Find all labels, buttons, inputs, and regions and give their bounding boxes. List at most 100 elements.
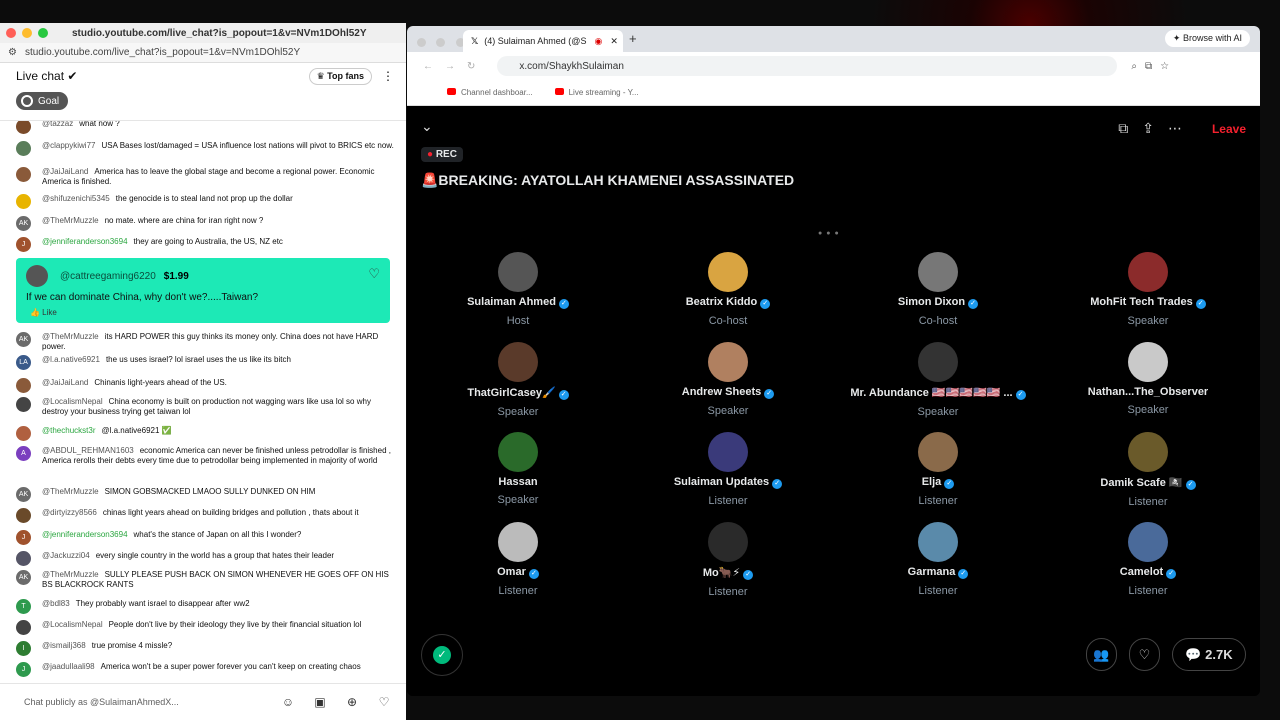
message-author[interactable]: @tazzaz xyxy=(42,121,73,128)
superchat-author[interactable]: @cattreegaming6220 xyxy=(60,271,156,282)
new-tab-icon[interactable]: + xyxy=(629,31,637,46)
message-author[interactable]: @TheMrMuzzle xyxy=(42,570,99,579)
chat-title[interactable]: Live chat ✔ xyxy=(16,69,309,83)
chat-input[interactable]: Chat publicly as @SulaimanAhmedX... xyxy=(24,697,278,707)
message-author[interactable]: @LocalismNepal xyxy=(42,397,103,406)
tab-x-profile[interactable]: 𝕏 (4) Sulaiman Ahmed (@S ◉ ✕ xyxy=(463,30,623,52)
close-window-button[interactable] xyxy=(6,28,16,38)
collapse-chevron-icon[interactable]: ⌄ xyxy=(421,118,433,135)
nav-icons[interactable]: ←→↻ xyxy=(423,61,487,72)
avatar[interactable] xyxy=(918,252,958,292)
participant[interactable]: Hassan Speaker xyxy=(423,432,613,506)
avatar[interactable] xyxy=(16,121,31,134)
more-options-icon[interactable]: ⋮ xyxy=(382,69,394,83)
participant[interactable]: Mo🐂⚡ ✓ Listener xyxy=(633,522,823,598)
message-author[interactable]: @jenniferanderson3694 xyxy=(42,530,128,539)
avatar[interactable] xyxy=(16,167,31,182)
participant[interactable]: ThatGirlCasey🖌️ ✓ Speaker xyxy=(423,342,613,418)
message-author[interactable]: @ismailj368 xyxy=(42,641,86,650)
message-author[interactable]: @JaiJaiLand xyxy=(42,378,88,387)
avatar[interactable] xyxy=(1128,522,1168,562)
avatar[interactable] xyxy=(708,252,748,292)
message-author[interactable]: @TheMrMuzzle xyxy=(42,332,99,341)
participant[interactable]: MohFit Tech Trades ✓ Speaker xyxy=(1053,252,1243,327)
super-chat-icon[interactable]: ▣ xyxy=(310,695,330,709)
address-bar[interactable]: ⚙ studio.youtube.com/live_chat?is_popout… xyxy=(0,43,406,63)
site-settings-icon[interactable]: ⚙ xyxy=(8,47,17,58)
avatar[interactable] xyxy=(708,432,748,472)
avatar[interactable]: J xyxy=(16,530,31,545)
participant[interactable]: Beatrix Kiddo ✓ Co-host xyxy=(633,252,823,327)
add-icon[interactable]: ⊕ xyxy=(342,695,362,709)
heart-icon[interactable]: ♡ xyxy=(368,266,380,282)
avatar[interactable] xyxy=(16,620,31,635)
minimize-window-button[interactable] xyxy=(436,38,446,47)
avatar[interactable]: AK xyxy=(16,570,31,585)
bookmark-channel-dashboard[interactable]: Channel dashboar... xyxy=(447,88,533,97)
avatar[interactable] xyxy=(1128,342,1168,382)
bookmark-live-streaming[interactable]: Live streaming - Y... xyxy=(554,88,639,97)
minimize-window-button[interactable] xyxy=(22,28,32,38)
avatar[interactable] xyxy=(918,522,958,562)
avatar[interactable] xyxy=(26,265,48,287)
avatar[interactable]: J xyxy=(16,237,31,252)
avatar[interactable] xyxy=(918,432,958,472)
maximize-window-button[interactable] xyxy=(38,28,48,38)
avatar[interactable] xyxy=(498,252,538,292)
avatar[interactable] xyxy=(16,378,31,393)
avatar[interactable] xyxy=(16,551,31,566)
participant[interactable]: Nathan...The_Observer Speaker xyxy=(1053,342,1243,416)
avatar[interactable] xyxy=(16,194,31,209)
participant[interactable]: Andrew Sheets ✓ Speaker xyxy=(633,342,823,417)
space-header-icons[interactable]: ⧉⇪⋯ xyxy=(1118,120,1196,137)
avatar[interactable] xyxy=(16,397,31,412)
message-author[interactable]: @ABDUL_REHMAN1603 xyxy=(42,446,134,455)
avatar[interactable]: J xyxy=(16,662,31,677)
message-author[interactable]: @l.a.native6921 xyxy=(42,355,100,364)
participant[interactable]: Omar ✓ Listener xyxy=(423,522,613,597)
avatar[interactable] xyxy=(498,432,538,472)
message-author[interactable]: @dirtyizzy8566 xyxy=(42,508,97,517)
message-author[interactable]: @jaadullaali98 xyxy=(42,662,95,671)
avatar[interactable] xyxy=(1128,432,1168,472)
avatar[interactable] xyxy=(918,342,958,382)
avatar[interactable] xyxy=(498,342,538,382)
message-author[interactable]: @jenniferanderson3694 xyxy=(42,237,128,246)
toolbar-icons[interactable]: ⌕⧉☆ xyxy=(1131,61,1177,72)
message-author[interactable]: @TheMrMuzzle xyxy=(42,216,99,225)
avatar[interactable]: AK xyxy=(16,332,31,347)
emoji-icon[interactable]: ☺ xyxy=(278,695,298,709)
leave-button[interactable]: Leave xyxy=(1212,122,1246,136)
avatar[interactable]: AK xyxy=(16,487,31,502)
message-author[interactable]: @TheMrMuzzle xyxy=(42,487,99,496)
heart-icon[interactable]: ♡ xyxy=(374,695,394,709)
avatar[interactable]: A xyxy=(16,446,31,461)
avatar[interactable] xyxy=(708,522,748,562)
replies-count-button[interactable]: 💬 2.7K xyxy=(1172,638,1246,671)
message-author[interactable]: @JaiJaiLand xyxy=(42,167,88,176)
message-author[interactable]: @Jackuzzi04 xyxy=(42,551,90,560)
mic-button[interactable]: ✓ xyxy=(421,634,463,676)
avatar[interactable] xyxy=(1128,252,1168,292)
message-author[interactable]: @LocalismNepal xyxy=(42,620,103,629)
address-bar[interactable]: x.com/ShaykhSulaiman xyxy=(497,56,1118,76)
participant[interactable]: Damik Scafe 🏴‍☠️ ✓ Listener xyxy=(1053,432,1243,508)
close-window-button[interactable] xyxy=(417,38,426,47)
like-button[interactable]: 👍 Like xyxy=(30,308,57,317)
chat-message-list[interactable]: @tazzaz what now ? @clappykiwi77 USA Bases … xyxy=(0,120,406,700)
participant[interactable]: Sulaiman Updates ✓ Listener xyxy=(633,432,823,507)
people-button[interactable]: 👥 xyxy=(1086,638,1117,671)
top-fans-button[interactable]: ♛ Top fans xyxy=(308,67,372,85)
avatar[interactable] xyxy=(498,522,538,562)
message-author[interactable]: @shifuzenichi5345 xyxy=(42,194,110,203)
close-tab-icon[interactable]: ✕ xyxy=(610,36,618,47)
message-author[interactable]: @thechuckst3r xyxy=(42,426,95,435)
avatar[interactable] xyxy=(16,508,31,523)
browse-ai-button[interactable]: ✦ Browse with AI xyxy=(1164,30,1250,47)
participant[interactable]: Sulaiman Ahmed ✓ Host xyxy=(423,252,613,327)
avatar[interactable] xyxy=(16,141,31,156)
participant[interactable]: Garmana ✓ Listener xyxy=(843,522,1033,597)
avatar[interactable]: AK xyxy=(16,216,31,231)
avatar[interactable]: LA xyxy=(16,355,31,370)
participant[interactable]: Camelot ✓ Listener xyxy=(1053,522,1243,597)
